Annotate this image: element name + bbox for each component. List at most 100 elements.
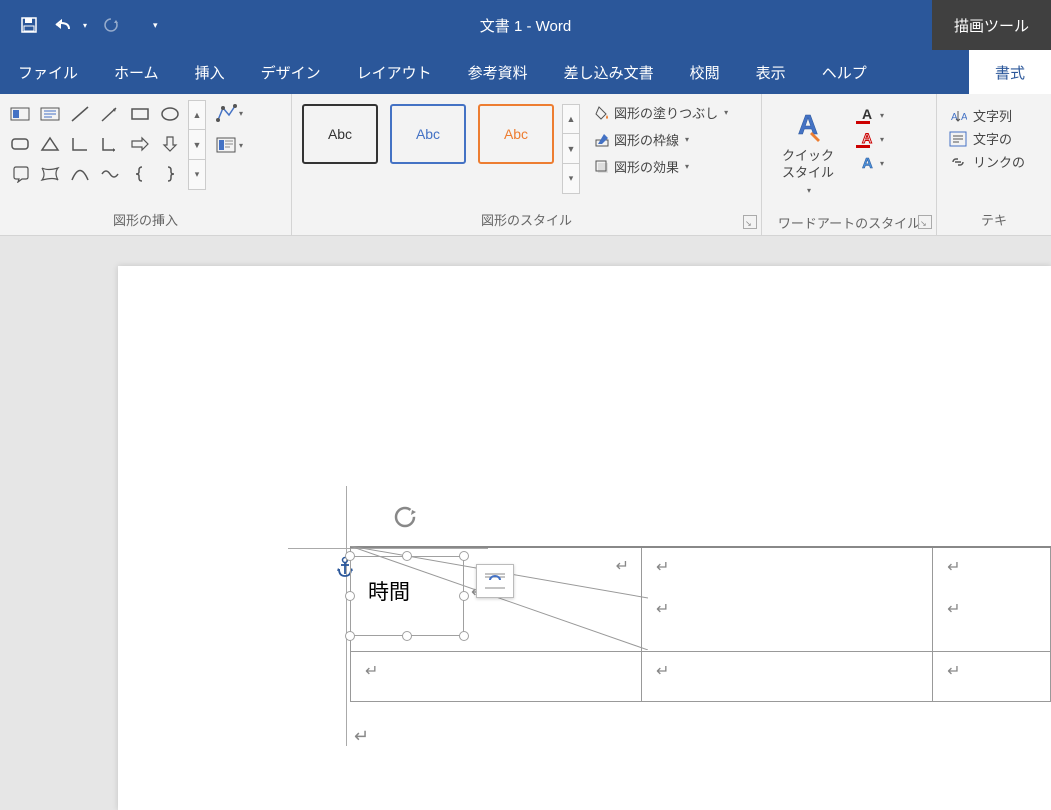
shape-arrow-down-icon[interactable]	[156, 130, 184, 158]
ruler-v-guide	[346, 486, 347, 746]
wordart-a-icon: A	[790, 108, 826, 144]
shape-wave-icon[interactable]	[96, 160, 124, 188]
paragraph-mark-icon: ↵	[947, 663, 960, 680]
table-row[interactable]: ↵ ↵ ↵	[351, 651, 1051, 701]
shape-rectangle-icon[interactable]	[126, 100, 154, 128]
bucket-icon	[594, 105, 610, 121]
tab-layout[interactable]: レイアウト	[339, 50, 450, 94]
text-align-button[interactable]: 文字の	[949, 129, 1025, 148]
selected-textbox[interactable]: 時間	[350, 556, 464, 636]
shape-connector-arrow-icon[interactable]	[96, 130, 124, 158]
document-area[interactable]: ↵ ↵ ↵ ↵ ↵ ↵ ↵ ↵ ↵	[0, 236, 1051, 810]
sel-handle-n[interactable]	[402, 551, 412, 561]
table-cell[interactable]: ↵	[933, 651, 1051, 701]
text-effects-button[interactable]: A ▾	[852, 152, 886, 174]
gallery-up-button[interactable]: ▲	[188, 100, 206, 130]
gallery-down-button[interactable]: ▼	[188, 130, 206, 160]
tab-view[interactable]: 表示	[738, 50, 804, 94]
text-fill-button[interactable]: A ▾	[852, 104, 886, 126]
sel-handle-e[interactable]	[459, 591, 469, 601]
shape-textbox-h-icon[interactable]	[6, 100, 34, 128]
shape-brace-right-icon[interactable]	[156, 160, 184, 188]
shape-arrow-line-icon[interactable]	[96, 100, 124, 128]
redo-button[interactable]	[102, 16, 120, 34]
shape-connector-l-icon[interactable]	[66, 130, 94, 158]
save-button[interactable]	[20, 16, 38, 34]
text-outline-button[interactable]: A ▾	[852, 128, 886, 150]
tab-format[interactable]: 書式	[969, 50, 1051, 94]
shape-fill-button[interactable]: 図形の塗りつぶし▾	[590, 100, 732, 125]
shape-arc-icon[interactable]	[66, 160, 94, 188]
styles-more-button[interactable]: ▾	[562, 164, 580, 194]
text-direction-icon: AA	[949, 108, 967, 124]
shape-roundrect-icon[interactable]	[6, 130, 34, 158]
shape-effects-button[interactable]: 図形の効果▾	[590, 154, 732, 179]
paragraph-mark-icon: ↵	[656, 559, 669, 576]
shapes-gallery-scroll: ▲ ▼ ▾	[188, 100, 206, 190]
styles-up-button[interactable]: ▲	[562, 104, 580, 134]
tab-references[interactable]: 参考資料	[450, 50, 546, 94]
shape-line-icon[interactable]	[66, 100, 94, 128]
style-preview-black[interactable]: Abc	[302, 104, 378, 164]
shapes-gallery[interactable]	[6, 100, 184, 188]
svg-text:A: A	[951, 112, 958, 123]
group-shape-styles: Abc Abc Abc ▲ ▼ ▾ 図形の塗りつぶし▾ 図形の枠線▾	[292, 94, 762, 235]
tab-help[interactable]: ヘルプ	[804, 50, 885, 94]
shape-flowchart-icon[interactable]	[6, 160, 34, 188]
sel-handle-ne[interactable]	[459, 551, 469, 561]
tab-design[interactable]: デザイン	[243, 50, 339, 94]
group-label-wordart: ワードアートのスタイル	[762, 209, 936, 238]
sel-handle-s[interactable]	[402, 631, 412, 641]
table-cell[interactable]: ↵ ↵	[642, 547, 933, 651]
gallery-more-button[interactable]: ▾	[188, 160, 206, 190]
title-bar: ▾ ▾ 文書 1 - Word 描画ツール	[0, 0, 1051, 50]
tab-mailings[interactable]: 差し込み文書	[546, 50, 672, 94]
shape-oval-icon[interactable]	[156, 100, 184, 128]
styles-dialog-launcher[interactable]	[743, 215, 757, 229]
text-align-icon	[949, 131, 967, 147]
styles-down-button[interactable]: ▼	[562, 134, 580, 164]
svg-text:A: A	[862, 130, 872, 146]
tab-review[interactable]: 校閲	[672, 50, 738, 94]
paragraph-mark-icon: ↵	[616, 556, 629, 576]
table-cell[interactable]: ↵ ↵	[933, 547, 1051, 651]
tab-file[interactable]: ファイル	[0, 50, 96, 94]
tab-home[interactable]: ホーム	[96, 50, 177, 94]
edit-shape-button[interactable]: ▾	[214, 100, 244, 126]
rotation-handle[interactable]	[392, 504, 418, 535]
layout-options-button[interactable]	[476, 564, 514, 598]
shape-triangle-icon[interactable]	[36, 130, 64, 158]
contextual-tools-label: 描画ツール	[932, 0, 1051, 50]
shape-textbox-v-icon[interactable]	[36, 100, 64, 128]
page[interactable]: ↵ ↵ ↵ ↵ ↵ ↵ ↵ ↵ ↵	[118, 266, 1051, 810]
link-icon	[949, 154, 967, 170]
window-title: 文書 1 - Word	[480, 15, 571, 36]
shape-outline-button[interactable]: 図形の枠線▾	[590, 127, 732, 152]
table-cell[interactable]: ↵	[642, 651, 933, 701]
paragraph-mark-icon: ↵	[365, 663, 378, 680]
table-cell[interactable]: ↵	[351, 651, 642, 701]
shape-styles-gallery[interactable]: Abc Abc Abc	[302, 104, 554, 164]
group-label-shapes: 図形の挿入	[0, 206, 291, 235]
sel-handle-se[interactable]	[459, 631, 469, 641]
shape-arrow-right-icon[interactable]	[126, 130, 154, 158]
style-preview-blue[interactable]: Abc	[390, 104, 466, 164]
style-preview-orange[interactable]: Abc	[478, 104, 554, 164]
undo-button[interactable]: ▾	[53, 16, 87, 34]
paragraph-mark-icon: ↵	[947, 559, 960, 576]
styles-gallery-scroll: ▲ ▼ ▾	[562, 104, 580, 194]
textbox-text[interactable]: 時間	[368, 576, 410, 606]
tab-insert[interactable]: 挿入	[177, 50, 243, 94]
sel-handle-sw[interactable]	[345, 631, 355, 641]
wordart-dialog-launcher[interactable]	[918, 215, 932, 229]
shape-parallelogram-icon[interactable]	[36, 160, 64, 188]
quick-styles-button[interactable]: A クイック スタイル ▾	[768, 100, 848, 203]
qat-customize-button[interactable]: ▾	[153, 20, 158, 31]
sel-handle-nw[interactable]	[345, 551, 355, 561]
draw-textbox-button[interactable]: ▾	[214, 132, 244, 158]
text-direction-button[interactable]: AA 文字列	[949, 106, 1025, 125]
group-label-styles: 図形のスタイル	[292, 206, 761, 235]
create-link-button[interactable]: リンクの	[949, 152, 1025, 171]
sel-handle-w[interactable]	[345, 591, 355, 601]
shape-brace-left-icon[interactable]	[126, 160, 154, 188]
